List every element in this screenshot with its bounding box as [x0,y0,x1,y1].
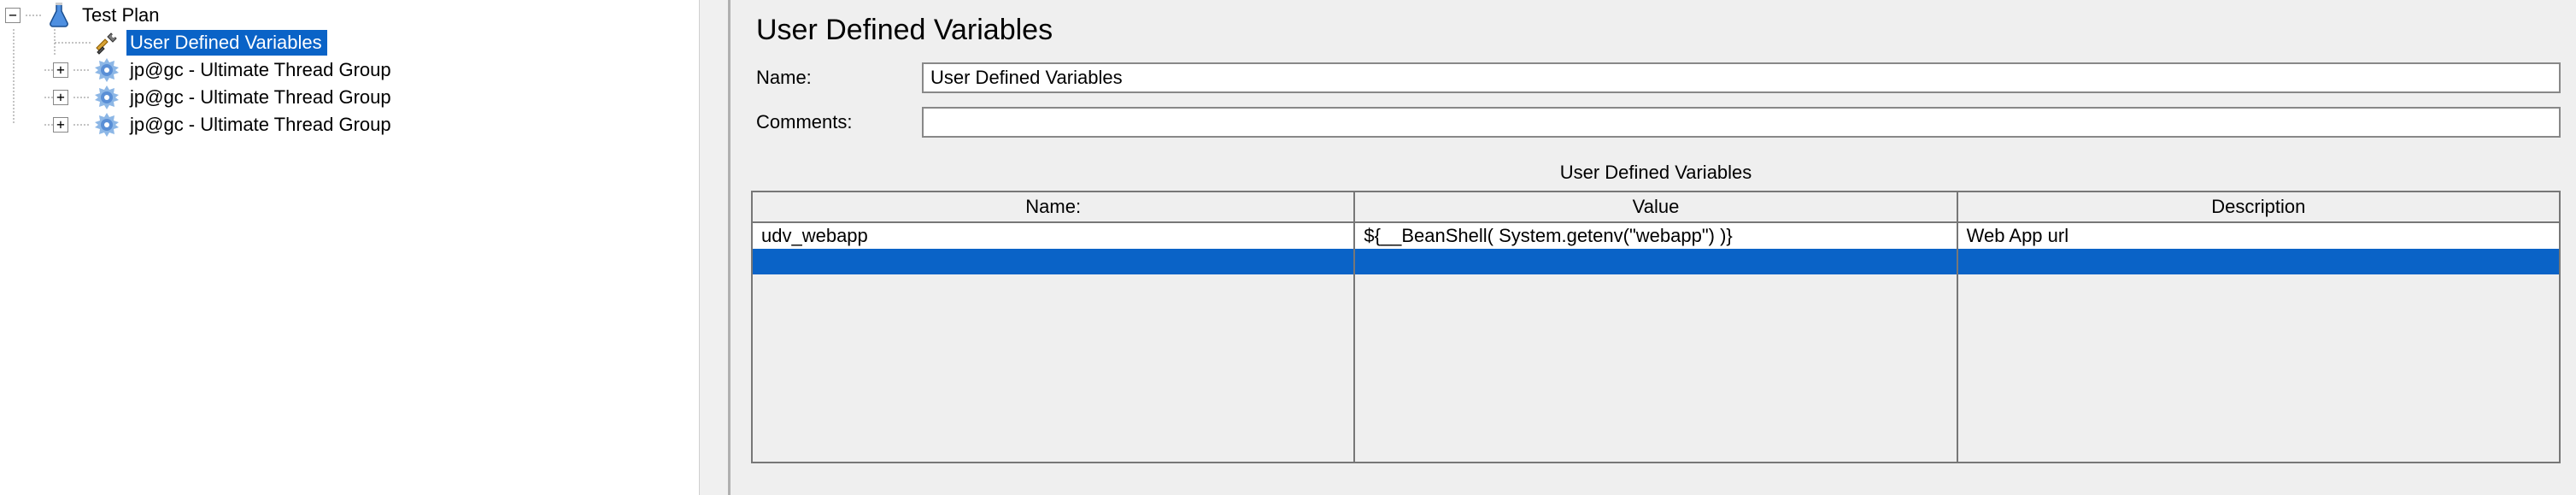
expand-icon[interactable] [53,62,68,78]
comments-input[interactable] [922,107,2561,138]
page-title: User Defined Variables [756,14,2561,47]
name-label: Name: [751,67,922,89]
cell-value[interactable]: ${__BeanShell( System.getenv("webapp") )… [1354,222,1957,249]
collapse-icon[interactable] [5,8,21,23]
cell-name[interactable]: udv_webapp [752,222,1354,249]
tree-node-udv[interactable]: User Defined Variables [0,29,728,56]
detail-panel: User Defined Variables Name: Comments: U… [731,0,2576,495]
tree-connector [12,56,53,84]
tree-node-test-plan[interactable]: Test Plan [0,2,728,29]
tree-panel: Test Plan User Defined Variables [0,0,731,495]
form-row-comments: Comments: [751,107,2561,138]
tree-label-tg1: jp@gc - Ultimate Thread Group [126,57,396,83]
tree-node-threadgroup-3[interactable]: jp@gc - Ultimate Thread Group [0,111,728,138]
table-row[interactable]: udv_webapp ${__BeanShell( System.getenv(… [752,222,2560,249]
expand-icon[interactable] [53,117,68,133]
cell-desc[interactable]: Web App url [1957,222,2560,249]
flask-icon [46,3,72,28]
table-header-row: Name: Value Description [752,192,2560,222]
tree-node-threadgroup-2[interactable]: jp@gc - Ultimate Thread Group [0,84,728,111]
table-row-selected-empty[interactable] [752,249,2560,274]
tree-connector [73,84,94,111]
wrench-icon [94,30,120,56]
tree-connector [12,111,53,138]
variables-table[interactable]: Name: Value Description udv_webapp ${__B… [751,191,2561,463]
tree-connector [12,84,53,111]
comments-label: Comments: [751,111,922,133]
tree-connector [26,2,46,29]
table-heading: User Defined Variables [751,162,2561,184]
tree-label-root: Test Plan [79,3,165,28]
expand-icon[interactable] [53,90,68,105]
tree-scrollbar[interactable] [699,0,728,495]
tree-node-threadgroup-1[interactable]: jp@gc - Ultimate Thread Group [0,56,728,84]
tree-label-tg2: jp@gc - Ultimate Thread Group [126,85,396,110]
tree-connector [73,56,94,84]
col-value[interactable]: Value [1354,192,1957,222]
form-row-name: Name: [751,62,2561,93]
tree-connector [12,29,94,56]
gear-icon [94,112,120,138]
col-description[interactable]: Description [1957,192,2560,222]
tree-connector [73,111,94,138]
table-empty-area[interactable] [752,274,2560,463]
gear-icon [94,85,120,110]
app-root: Test Plan User Defined Variables [0,0,2576,495]
name-input[interactable] [922,62,2561,93]
col-name[interactable]: Name: [752,192,1354,222]
gear-icon [94,57,120,83]
tree-label-udv: User Defined Variables [126,30,327,56]
tree-label-tg3: jp@gc - Ultimate Thread Group [126,112,396,138]
